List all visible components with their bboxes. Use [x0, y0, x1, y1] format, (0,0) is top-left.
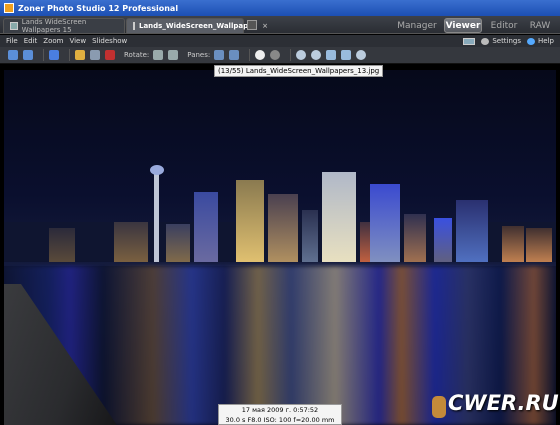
info-icon[interactable] — [255, 50, 266, 60]
app-icon — [4, 3, 14, 13]
building — [114, 222, 148, 262]
building — [302, 210, 318, 262]
refresh-icon[interactable] — [270, 50, 281, 60]
forward-icon[interactable] — [23, 50, 33, 60]
help-button[interactable]: Help — [527, 37, 554, 45]
tab-folder[interactable]: Lands WideScreen Wallpapers 15 — [3, 18, 125, 34]
watermark-logo — [432, 396, 446, 418]
building — [49, 228, 75, 262]
menu-zoom[interactable]: Zoom — [43, 37, 63, 45]
tab-label: Lands_WideScreen_Wallpap... — [139, 22, 257, 30]
toolbar-separator — [69, 49, 70, 61]
actual-size-icon[interactable] — [341, 50, 352, 60]
toolbar-separator — [249, 49, 251, 61]
rotate-right-icon[interactable] — [168, 50, 179, 60]
building — [456, 200, 488, 262]
settings-label: Settings — [492, 37, 522, 45]
tab-image[interactable]: Lands_WideScreen_Wallpap... × — [126, 18, 268, 33]
screen-icon[interactable] — [463, 37, 476, 45]
back-icon[interactable] — [8, 50, 18, 60]
delete-icon[interactable] — [105, 50, 115, 60]
menu-bar: File Edit Zoom View Slideshow Settings H… — [0, 35, 560, 47]
building — [370, 184, 400, 262]
photo-city-night — [4, 70, 556, 425]
building — [166, 224, 190, 262]
close-icon[interactable]: × — [262, 22, 268, 30]
title-bar: Zoner Photo Studio 12 Professional — [0, 0, 560, 16]
exif-info: 17 мая 2009 г. 0:57:52 30.0 s F8.0 ISO: … — [218, 404, 342, 425]
building — [236, 180, 264, 262]
rotate-label: Rotate: — [124, 51, 150, 59]
folder-icon — [10, 22, 18, 30]
tower-top — [150, 165, 164, 175]
toolbar-separator — [290, 49, 292, 61]
watermark-text: CWER.RU — [448, 391, 559, 415]
tab-label: Lands WideScreen Wallpapers 15 — [21, 18, 87, 34]
gear-icon — [481, 37, 490, 45]
help-icon — [527, 37, 536, 45]
new-tab-icon[interactable] — [247, 20, 257, 30]
menu-slideshow[interactable]: Slideshow — [92, 37, 127, 45]
menu-file[interactable]: File — [6, 37, 18, 45]
pane-layout-icon[interactable] — [214, 50, 225, 60]
zoom-in-icon[interactable] — [296, 50, 307, 60]
settings-button[interactable]: Settings — [481, 37, 521, 45]
panes-label: Panes: — [187, 51, 211, 59]
play-icon[interactable] — [49, 50, 59, 60]
zoom-tool-icon[interactable] — [356, 50, 367, 60]
building — [434, 218, 452, 262]
open-folder-icon[interactable] — [75, 50, 85, 60]
tab-raw[interactable]: RAW — [526, 18, 554, 33]
window-title: Zoner Photo Studio 12 Professional — [18, 3, 179, 13]
tab-editor[interactable]: Editor — [488, 18, 520, 33]
building — [194, 192, 218, 262]
fit-window-icon[interactable] — [326, 50, 337, 60]
image-icon — [133, 22, 135, 30]
building — [404, 214, 426, 262]
building — [322, 172, 356, 262]
tab-manager[interactable]: Manager — [396, 18, 438, 33]
building — [502, 226, 524, 262]
tab-viewer[interactable]: Viewer — [444, 18, 482, 33]
toolbar: Rotate: Panes: — [0, 47, 560, 64]
building — [268, 194, 298, 262]
image-viewer[interactable]: (13/55) Lands_WideScreen_Wallpapers_13.j… — [0, 64, 560, 425]
exif-date: 17 мая 2009 г. 0:57:52 — [241, 406, 319, 414]
building — [526, 228, 552, 262]
tab-bar: Lands WideScreen Wallpapers 15 Lands_Wid… — [0, 16, 560, 34]
toolbar-separator — [43, 49, 44, 61]
copy-icon[interactable] — [90, 50, 100, 60]
pane-browser-icon[interactable] — [229, 50, 240, 60]
help-label: Help — [538, 37, 554, 45]
menu-edit[interactable]: Edit — [24, 37, 38, 45]
filename-label: (13/55) Lands_WideScreen_Wallpapers_13.j… — [214, 65, 384, 77]
zoom-out-icon[interactable] — [311, 50, 322, 60]
exif-details: 30.0 s F8.0 ISO: 100 f=20.00 mm Flash: N… — [225, 416, 335, 424]
tower — [154, 167, 159, 262]
rotate-left-icon[interactable] — [153, 50, 164, 60]
menu-view[interactable]: View — [69, 37, 86, 45]
